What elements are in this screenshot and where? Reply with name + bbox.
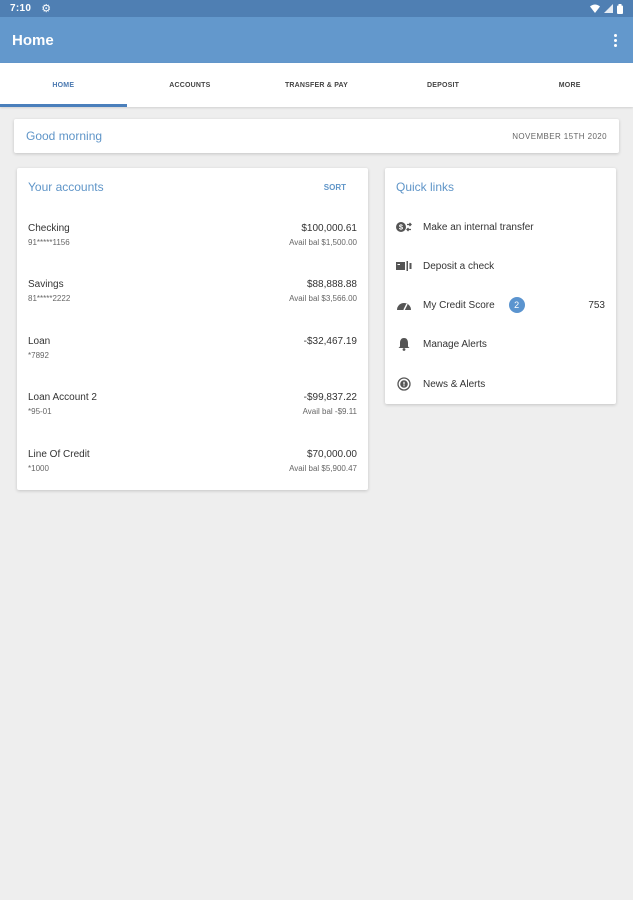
info-icon [396, 376, 412, 392]
tab-deposit[interactable]: DEPOSIT [380, 63, 507, 107]
quick-link-label: My Credit Score [423, 299, 495, 311]
accounts-title: Your accounts [28, 180, 104, 194]
account-row-loan[interactable]: Loan *7892 -$32,467.19 [17, 336, 368, 376]
quick-links-header: Quick links [385, 168, 616, 206]
account-name: Savings [28, 279, 64, 290]
wifi-icon [590, 4, 600, 13]
account-balance: -$32,467.19 [303, 336, 357, 347]
tab-home[interactable]: HOME [0, 63, 127, 107]
account-number: *95-01 [28, 407, 52, 416]
account-available-balance: Avail bal $3,566.00 [289, 294, 357, 303]
battery-icon [617, 3, 623, 14]
quick-link-label: Deposit a check [423, 260, 495, 272]
account-row-loan-account-2[interactable]: Loan Account 2 *95-01 -$99,837.22 Avail … [17, 392, 368, 432]
app-bar: Home [0, 17, 633, 63]
greeting-date: NOVEMBER 15TH 2020 [512, 131, 607, 141]
account-balance: -$99,837.22 [303, 392, 357, 403]
settings-gear-icon: ⚙ [41, 3, 52, 15]
account-number: *1000 [28, 464, 49, 473]
quick-link-label: Make an internal transfer [423, 221, 534, 233]
quick-links-title: Quick links [396, 180, 455, 194]
credit-score-value: 753 [588, 299, 605, 311]
account-name: Loan Account 2 [28, 392, 97, 403]
accounts-header: Your accounts SORT [17, 168, 368, 206]
bell-icon [396, 336, 412, 352]
signal-icon [604, 4, 613, 13]
account-number: 81*****2222 [28, 294, 71, 303]
account-name: Checking [28, 223, 70, 234]
transfer-icon: $ [396, 219, 412, 235]
quick-link-news-alerts[interactable]: News & Alerts [385, 369, 616, 399]
overflow-menu-icon[interactable] [609, 33, 621, 47]
account-available-balance: Avail bal $1,500.00 [289, 238, 357, 247]
account-balance: $70,000.00 [306, 449, 357, 460]
gauge-icon [396, 297, 412, 313]
account-row-savings[interactable]: Savings 81*****2222 $88,888.88 Avail bal… [17, 279, 368, 319]
account-available-balance: Avail bal -$9.11 [302, 407, 357, 416]
account-row-checking[interactable]: Checking 91*****1156 $100,000.61 Avail b… [17, 223, 368, 263]
quick-link-label: News & Alerts [423, 378, 486, 390]
tab-more[interactable]: MORE [506, 63, 633, 107]
tab-bar: HOME ACCOUNTS TRANSFER & PAY DEPOSIT MOR… [0, 63, 633, 107]
greeting-text: Good morning [26, 129, 103, 143]
account-name: Line Of Credit [28, 449, 90, 460]
sort-button[interactable]: SORT [324, 183, 346, 192]
quick-link-deposit-check[interactable]: Deposit a check [385, 251, 616, 281]
account-name: Loan [28, 336, 51, 347]
quick-links-card: Quick links $ Make an internal transfer … [385, 168, 616, 404]
account-balance: $88,888.88 [306, 279, 357, 290]
status-bar: 7:10 ⚙ [0, 0, 633, 17]
tab-accounts[interactable]: ACCOUNTS [127, 63, 254, 107]
status-icons [590, 3, 623, 14]
account-available-balance: Avail bal $5,900.47 [289, 464, 357, 473]
accounts-card: Your accounts SORT Checking 91*****1156 … [17, 168, 368, 490]
quick-link-credit-score[interactable]: My Credit Score 2 753 [385, 290, 616, 320]
tab-transfer-pay[interactable]: TRANSFER & PAY [253, 63, 380, 107]
account-number: *7892 [28, 351, 49, 360]
quick-link-label: Manage Alerts [423, 338, 487, 350]
check-deposit-icon [396, 258, 412, 274]
status-time: 7:10 [10, 3, 32, 14]
account-number: 91*****1156 [28, 238, 70, 247]
page-title: Home [12, 31, 54, 49]
account-balance: $100,000.61 [301, 223, 357, 234]
quick-link-internal-transfer[interactable]: $ Make an internal transfer [385, 212, 616, 242]
quick-link-manage-alerts[interactable]: Manage Alerts [385, 329, 616, 359]
account-row-line-of-credit[interactable]: Line Of Credit *1000 $70,000.00 Avail ba… [17, 449, 368, 489]
credit-score-badge: 2 [508, 297, 525, 313]
greeting-card: Good morning NOVEMBER 15TH 2020 [14, 119, 619, 153]
